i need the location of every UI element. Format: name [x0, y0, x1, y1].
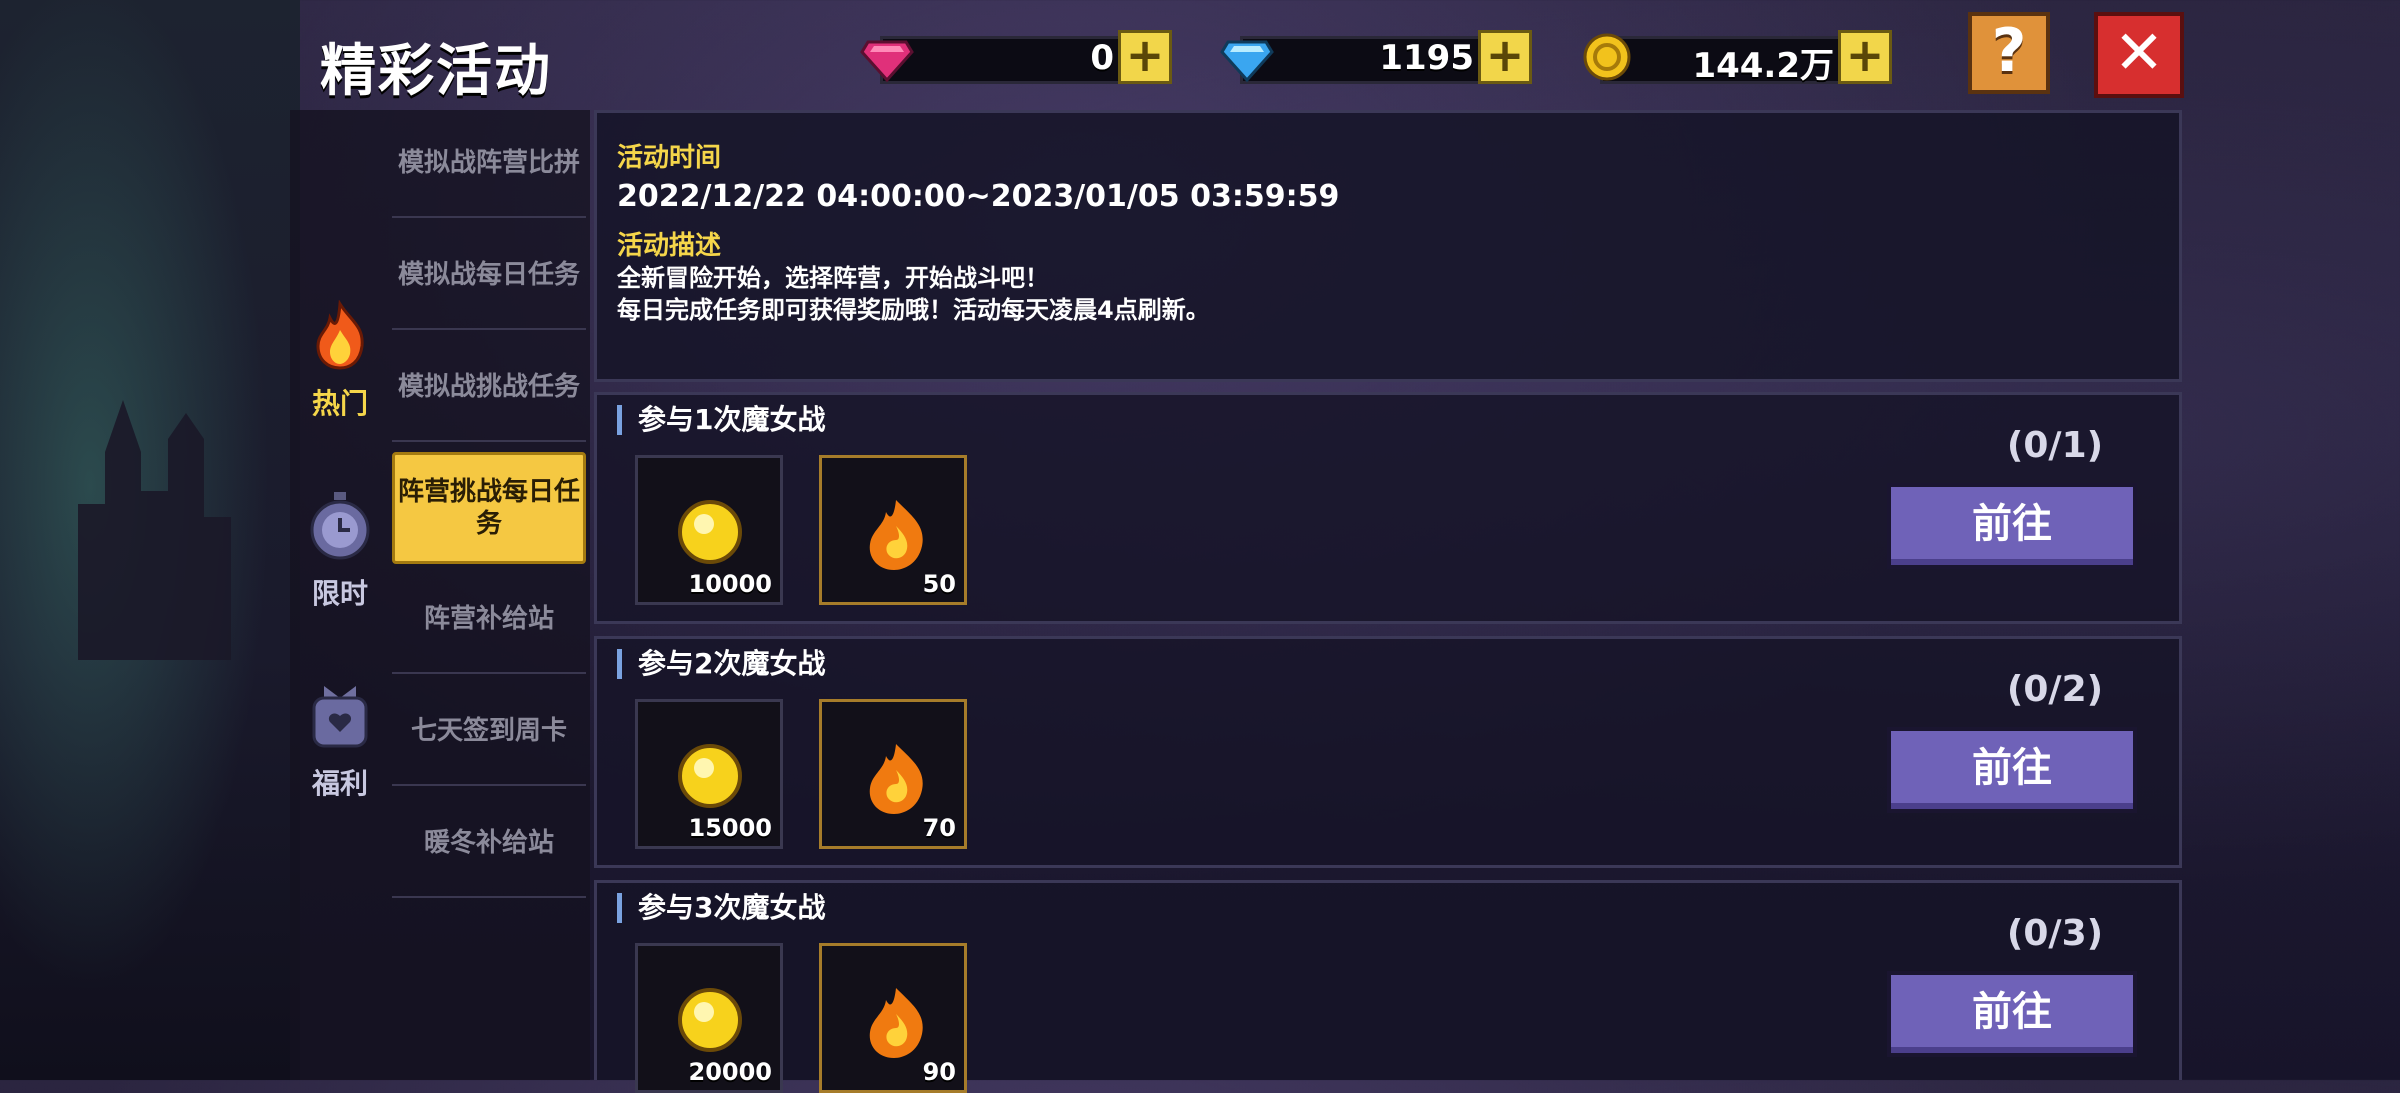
task-card: 参与1次魔女战 10000 50 (0/1) 前往: [594, 392, 2182, 624]
flame-swirl-icon: [869, 744, 923, 814]
pink-gem-icon: [860, 40, 914, 83]
subtab-sim-daily-tasks[interactable]: 模拟战每日任务: [392, 222, 586, 330]
category-welfare[interactable]: 福利: [300, 680, 380, 802]
task-progress: (0/2): [2006, 669, 2104, 710]
flame-swirl-icon: [869, 500, 923, 570]
page-title: 精彩活动: [320, 39, 552, 104]
task-card: 参与2次魔女战 15000 70 (0/2) 前往: [594, 636, 2182, 868]
task-name: 参与1次魔女战: [617, 405, 825, 435]
subtab-faction-daily-challenge[interactable]: 阵营挑战每日任务: [392, 452, 586, 564]
category-hot[interactable]: 热门: [300, 299, 380, 422]
task-name: 参与3次魔女战: [617, 893, 825, 923]
gift-bag-icon: [312, 686, 368, 748]
blue-gem-currency: 1195 +: [1220, 30, 1532, 84]
gold-coin-icon: [678, 500, 742, 564]
help-button[interactable]: ?: [1968, 12, 2050, 94]
reward-gold-amount: 15000: [688, 814, 773, 842]
task-progress: (0/1): [2006, 425, 2104, 466]
activity-info-panel: 活动时间 2022/12/22 04:00:00~2023/01/05 03:5…: [594, 110, 2182, 382]
reward-flame-amount: 50: [922, 570, 956, 598]
add-blue-gem-button[interactable]: +: [1478, 30, 1532, 84]
task-progress: (0/3): [2006, 913, 2104, 954]
subtab-faction-supply[interactable]: 阵营补给站: [392, 566, 586, 674]
reward-gold-coin[interactable]: 15000: [635, 699, 783, 849]
close-button[interactable]: ✕: [2094, 12, 2184, 98]
gold-coin-icon: [678, 988, 742, 1052]
reward-flame[interactable]: 90: [819, 943, 967, 1093]
clock-icon: [310, 492, 370, 560]
activity-time-heading: 活动时间: [617, 143, 722, 173]
task-card: 参与3次魔女战 20000 90 (0/3) 前往: [594, 880, 2182, 1093]
subtab-winter-supply[interactable]: 暖冬补给站: [392, 790, 586, 898]
gold-currency: 144.2万 +: [1580, 30, 1892, 86]
add-pink-gem-button[interactable]: +: [1118, 30, 1172, 84]
pink-gem-value: 0: [1090, 38, 1114, 78]
activity-desc-line-2: 每日完成任务即可获得奖励哦！活动每天凌晨4点刷新。: [617, 296, 1210, 324]
reward-flame[interactable]: 70: [819, 699, 967, 849]
subtab-seven-day-signin[interactable]: 七天签到周卡: [392, 678, 586, 786]
category-hot-label: 热门: [311, 387, 368, 420]
reward-gold-coin[interactable]: 20000: [635, 943, 783, 1093]
reward-flame-amount: 70: [922, 814, 956, 842]
pink-gem-currency: 0 +: [860, 30, 1172, 84]
reward-flame[interactable]: 50: [819, 455, 967, 605]
gold-coin-icon: [1583, 33, 1631, 81]
reward-flame-amount: 90: [922, 1058, 956, 1086]
gold-coin-icon: [678, 744, 742, 808]
reward-gold-coin[interactable]: 10000: [635, 455, 783, 605]
blue-gem-icon: [1220, 40, 1274, 83]
reward-gold-amount: 10000: [688, 570, 773, 598]
gold-value: 144.2万: [1692, 46, 1834, 86]
blue-gem-value: 1195: [1379, 38, 1474, 78]
flame-swirl-icon: [869, 988, 923, 1058]
activity-time-value: 2022/12/22 04:00:00~2023/01/05 03:59:59: [617, 179, 1340, 214]
reward-gold-amount: 20000: [688, 1058, 773, 1086]
go-button[interactable]: 前往: [1887, 483, 2137, 569]
category-limited[interactable]: 限时: [300, 490, 380, 612]
activity-desc-line-1: 全新冒险开始，选择阵营，开始战斗吧！: [617, 264, 1049, 292]
category-welfare-label: 福利: [311, 767, 368, 800]
category-limited-label: 限时: [311, 577, 368, 610]
flame-icon: [316, 299, 364, 370]
subtab-sim-challenge-tasks[interactable]: 模拟战挑战任务: [392, 334, 586, 442]
go-button[interactable]: 前往: [1887, 971, 2137, 1057]
subtab-sim-faction-compete[interactable]: 模拟战阵营比拼: [392, 110, 586, 218]
activity-desc-heading: 活动描述: [617, 231, 722, 261]
go-button[interactable]: 前往: [1887, 727, 2137, 813]
task-name: 参与2次魔女战: [617, 649, 825, 679]
add-gold-button[interactable]: +: [1838, 30, 1892, 84]
